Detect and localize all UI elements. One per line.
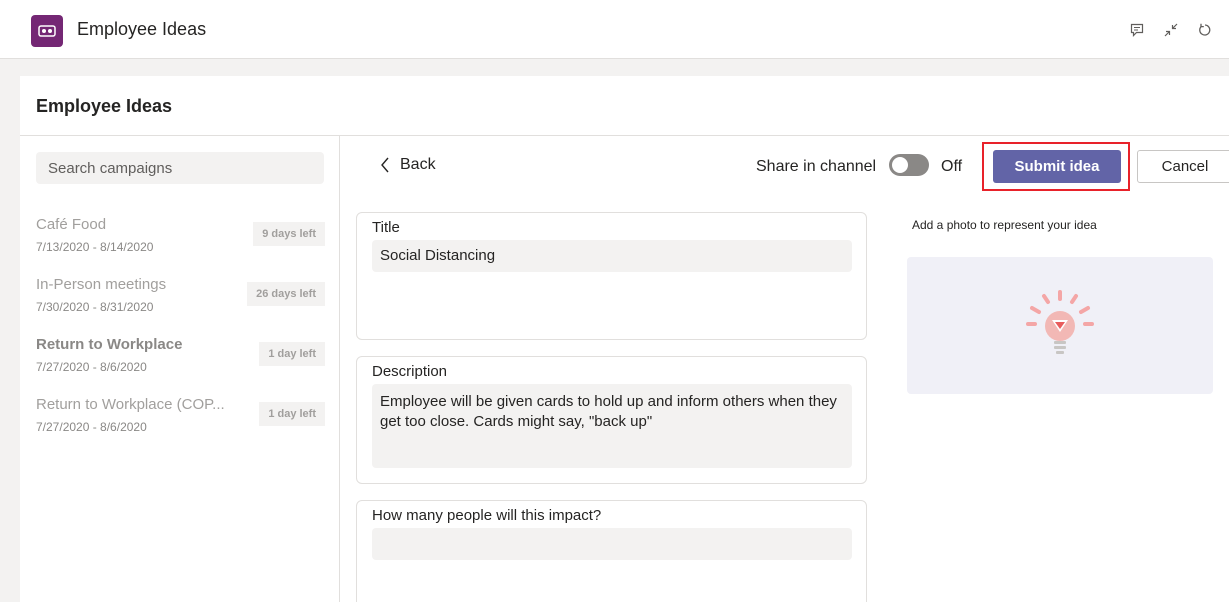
photo-upload-area[interactable] xyxy=(907,257,1213,394)
campaign-name: Café Food xyxy=(36,216,107,233)
back-label: Back xyxy=(400,156,436,173)
submit-idea-button[interactable]: Submit idea xyxy=(993,150,1121,183)
collapse-icon[interactable] xyxy=(1161,20,1181,40)
impact-input[interactable] xyxy=(372,528,852,560)
app-title: Employee Ideas xyxy=(77,19,207,39)
page-title: Employee Ideas xyxy=(36,96,173,116)
photo-label: Add a photo to represent your idea xyxy=(912,218,1097,232)
campaign-name: Return to Workplace (COP... xyxy=(36,396,225,413)
chat-icon[interactable] xyxy=(1127,20,1147,40)
campaign-item[interactable]: Return to Workplace (COP... 7/27/2020 - … xyxy=(36,396,325,446)
panel-header: Employee Ideas xyxy=(20,76,1229,136)
toggle-knob xyxy=(892,157,908,173)
description-label: Description xyxy=(372,363,448,380)
toggle-state-label: Off xyxy=(941,158,963,175)
lightbulb-icon xyxy=(1026,289,1094,354)
campaign-dates: 7/27/2020 - 8/6/2020 xyxy=(36,360,147,374)
campaign-item-selected[interactable]: Return to Workplace 7/27/2020 - 8/6/2020… xyxy=(36,336,325,386)
chevron-left-icon xyxy=(381,157,389,173)
main-panel: Employee Ideas Café Food 7/13/2020 - 8/1… xyxy=(20,76,1229,602)
title-input[interactable]: Social Distancing xyxy=(372,240,852,272)
share-in-channel-toggle[interactable] xyxy=(889,154,929,176)
campaign-name: In-Person meetings xyxy=(36,276,167,293)
campaign-dates: 7/13/2020 - 8/14/2020 xyxy=(36,240,154,254)
days-left-badge: 26 days left xyxy=(247,282,325,306)
campaign-sidebar: Café Food 7/13/2020 - 8/14/2020 9 days l… xyxy=(20,136,340,602)
impact-label: How many people will this impact? xyxy=(372,507,602,524)
title-label: Title xyxy=(372,219,400,236)
campaign-name: Return to Workplace xyxy=(36,336,183,353)
campaign-item[interactable]: In-Person meetings 7/30/2020 - 8/31/2020… xyxy=(36,276,325,326)
app-bar: Employee Ideas xyxy=(0,0,1229,59)
employee-ideas-app-icon xyxy=(31,15,63,47)
campaign-dates: 7/27/2020 - 8/6/2020 xyxy=(36,420,147,434)
days-left-badge: 1 day left xyxy=(259,402,325,426)
campaign-dates: 7/30/2020 - 8/31/2020 xyxy=(36,300,154,314)
days-left-badge: 1 day left xyxy=(259,342,325,366)
description-input[interactable]: Employee will be given cards to hold up … xyxy=(372,384,852,468)
refresh-icon[interactable] xyxy=(1195,20,1215,40)
impact-card: How many people will this impact? xyxy=(356,500,867,602)
campaign-item[interactable]: Café Food 7/13/2020 - 8/14/2020 9 days l… xyxy=(36,216,325,266)
search-input[interactable] xyxy=(36,152,324,184)
days-left-badge: 9 days left xyxy=(253,222,325,246)
share-in-channel-label: Share in channel xyxy=(756,158,877,175)
back-button[interactable]: Back xyxy=(380,156,436,174)
title-card: Title Social Distancing xyxy=(356,212,867,340)
cancel-button[interactable]: Cancel xyxy=(1137,150,1229,183)
description-card: Description Employee will be given cards… xyxy=(356,356,867,484)
